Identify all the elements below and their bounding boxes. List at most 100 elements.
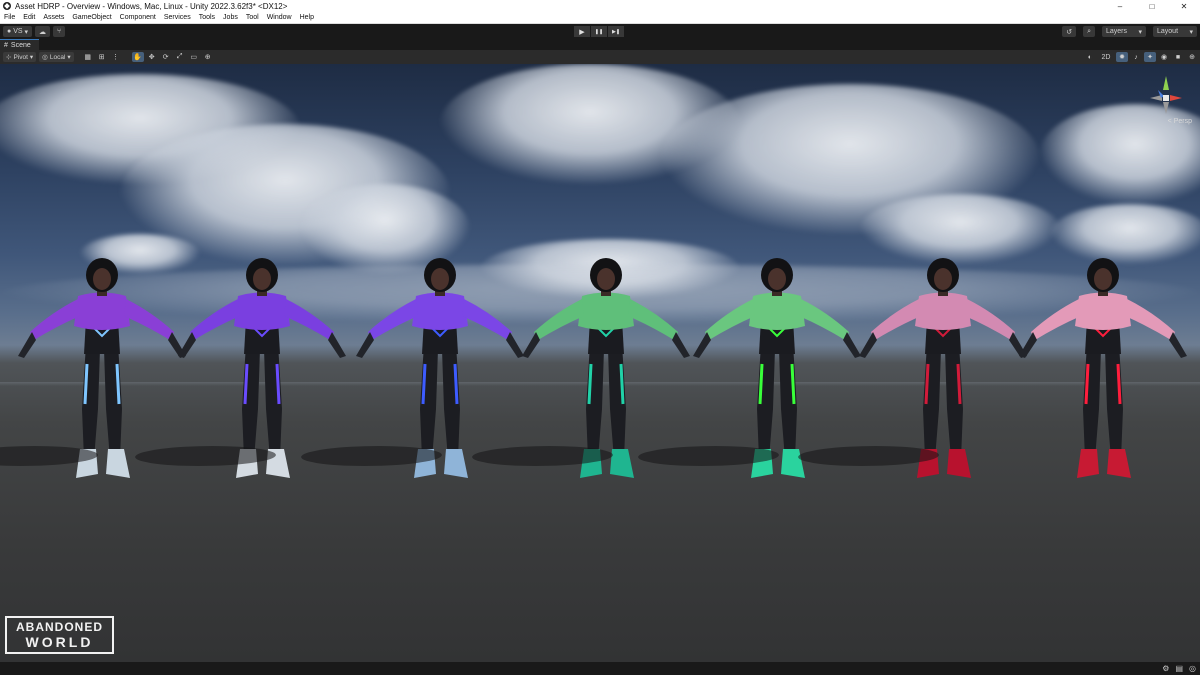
character-boot-right (610, 449, 634, 478)
scene-viewport[interactable]: < Persp ABANDONED WORLD (0, 64, 1200, 662)
account-dropdown[interactable]: ● VS ▾ (3, 26, 32, 37)
menu-tools[interactable]: Tools (195, 14, 219, 21)
rotate-icon: ⟳ (162, 54, 169, 61)
search-icon: ⌕ (1087, 27, 1091, 35)
tab-scene[interactable]: # Scene (0, 39, 39, 50)
hidden-objects-toggle[interactable]: ◉ (1158, 52, 1170, 62)
layout-dropdown[interactable]: Layout ▾ (1153, 26, 1197, 37)
snap-increment-button[interactable]: ⊞ (96, 52, 108, 62)
character-hand-right (672, 332, 690, 358)
main-toolbar: ● VS ▾ ☁ ⑂ ▶ ❚❚ ▶❚ ↺ ⌕ Layers ▾ Layout ▾ (0, 24, 1200, 39)
toolbar-right: ↺ ⌕ Layers ▾ Layout ▾ (1059, 26, 1197, 37)
version-control-button[interactable]: ⑂ (53, 26, 66, 37)
shading-icon: ◐ (1087, 53, 1093, 61)
maximize-button[interactable]: □ (1136, 0, 1168, 12)
character-model[interactable] (0, 258, 186, 478)
scale-tool-button[interactable]: ⤢ (174, 52, 186, 62)
effects-toggle[interactable]: ✦ (1144, 52, 1156, 62)
transform-tool-button[interactable]: ⊕ (202, 52, 214, 62)
menu-gameobject[interactable]: GameObject (68, 14, 115, 21)
hand-tool-button[interactable]: ✋ (131, 52, 144, 62)
gizmo-x-axis[interactable] (1170, 95, 1182, 101)
menu-file[interactable]: File (0, 14, 19, 21)
scene-grid-icon: # (4, 41, 8, 49)
projection-label[interactable]: < Persp (1168, 118, 1192, 125)
character-model[interactable] (792, 258, 1187, 478)
character-boot-left (1077, 449, 1099, 478)
character-arm-right (965, 299, 1015, 340)
mode-2d-toggle[interactable]: 2D (1098, 52, 1114, 62)
auto-generate-lighting-icon[interactable]: ◎ (1189, 664, 1196, 673)
gizmo-center[interactable] (1163, 95, 1169, 101)
character-model[interactable] (632, 258, 1027, 478)
grid-snap-button[interactable]: ▦ (82, 52, 94, 62)
character-sweater (74, 292, 130, 330)
pivot-icon: ⊹ (6, 54, 12, 61)
layers-dropdown[interactable]: Layers ▾ (1102, 26, 1146, 37)
character-face (93, 268, 111, 290)
menu-tool[interactable]: Tool (242, 14, 263, 21)
play-icon: ▶ (579, 28, 585, 36)
mode-2d-label: 2D (1101, 53, 1111, 61)
menu-component[interactable]: Component (116, 14, 160, 21)
minimize-button[interactable]: – (1104, 0, 1136, 12)
pivot-dropdown[interactable]: ⊹ Pivot ▾ (3, 52, 37, 62)
camera-settings-button[interactable]: ■ (1172, 52, 1184, 62)
account-icon: ● (7, 28, 12, 35)
local-dropdown[interactable]: ◎ Local ▾ (39, 52, 74, 62)
character-face (597, 268, 615, 290)
pause-button[interactable]: ❚❚ (591, 26, 607, 37)
character-hand-right (843, 332, 861, 358)
menu-bar: File Edit Assets GameObject Component Se… (0, 12, 1200, 24)
menu-window[interactable]: Window (263, 14, 296, 21)
align-icon: ⋮ (112, 54, 120, 61)
character-arm-left (1031, 299, 1081, 340)
rect-tool-button[interactable]: ▭ (188, 52, 200, 62)
scene-toolbar: ⊹ Pivot ▾ ◎ Local ▾ ▦ ⊞ ⋮ ✋ ✥ ⟳ ⤢ ▭ ⊕ ◐ 2D ✹… (0, 50, 1200, 64)
character-arm-left (871, 299, 921, 340)
character-model[interactable] (295, 258, 690, 478)
character-model[interactable] (0, 258, 346, 478)
layers-label: Layers (1106, 28, 1128, 35)
search-button[interactable]: ⌕ (1083, 26, 1095, 37)
tab-scene-label: Scene (10, 41, 31, 49)
character-model[interactable] (129, 258, 524, 478)
menu-help[interactable]: Help (296, 14, 318, 21)
history-button[interactable]: ↺ (1062, 26, 1077, 37)
character-hand-left (522, 332, 540, 358)
menu-edit[interactable]: Edit (19, 14, 39, 21)
character-boot-right (947, 449, 971, 478)
window-controls: – □ ✕ (1104, 0, 1200, 12)
align-button[interactable]: ⋮ (110, 52, 122, 62)
play-button[interactable]: ▶ (574, 26, 590, 37)
character-model[interactable] (466, 258, 861, 478)
move-tool-button[interactable]: ✥ (146, 52, 158, 62)
step-button[interactable]: ▶❚ (608, 26, 624, 37)
lighting-toggle[interactable]: ✹ (1116, 52, 1128, 62)
audio-toggle[interactable]: ♪ (1130, 52, 1142, 62)
menu-jobs[interactable]: Jobs (219, 14, 242, 21)
cloud-button[interactable]: ☁ (35, 26, 50, 37)
cache-server-icon[interactable]: ⚙ (1162, 664, 1169, 673)
draw-mode-button[interactable]: ◐ (1084, 52, 1096, 62)
character-hand-right (1169, 332, 1187, 358)
gizmos-dropdown[interactable]: ⊕ (1186, 52, 1198, 62)
close-button[interactable]: ✕ (1168, 0, 1200, 12)
menu-assets[interactable]: Assets (39, 14, 68, 21)
character-arm-left (190, 299, 240, 340)
transform-icon: ⊕ (204, 54, 211, 61)
gizmo-neg-y-axis[interactable] (1163, 102, 1169, 114)
status-bar: ⚙ ▤ ◎ (0, 662, 1200, 675)
history-icon: ↺ (1066, 28, 1073, 36)
eye-icon: ◉ (1160, 54, 1168, 61)
character-boot-right (1107, 449, 1131, 478)
character-hand-left (356, 332, 374, 358)
gizmo-y-axis[interactable] (1163, 76, 1169, 90)
gizmo-neg-x-axis[interactable] (1150, 95, 1162, 101)
menu-services[interactable]: Services (160, 14, 195, 21)
character-face (1094, 268, 1112, 290)
scene-tab-strip: # Scene (0, 39, 1200, 50)
rotate-tool-button[interactable]: ⟳ (160, 52, 172, 62)
pause-icon: ❚❚ (594, 28, 604, 35)
progress-icon[interactable]: ▤ (1175, 664, 1183, 673)
